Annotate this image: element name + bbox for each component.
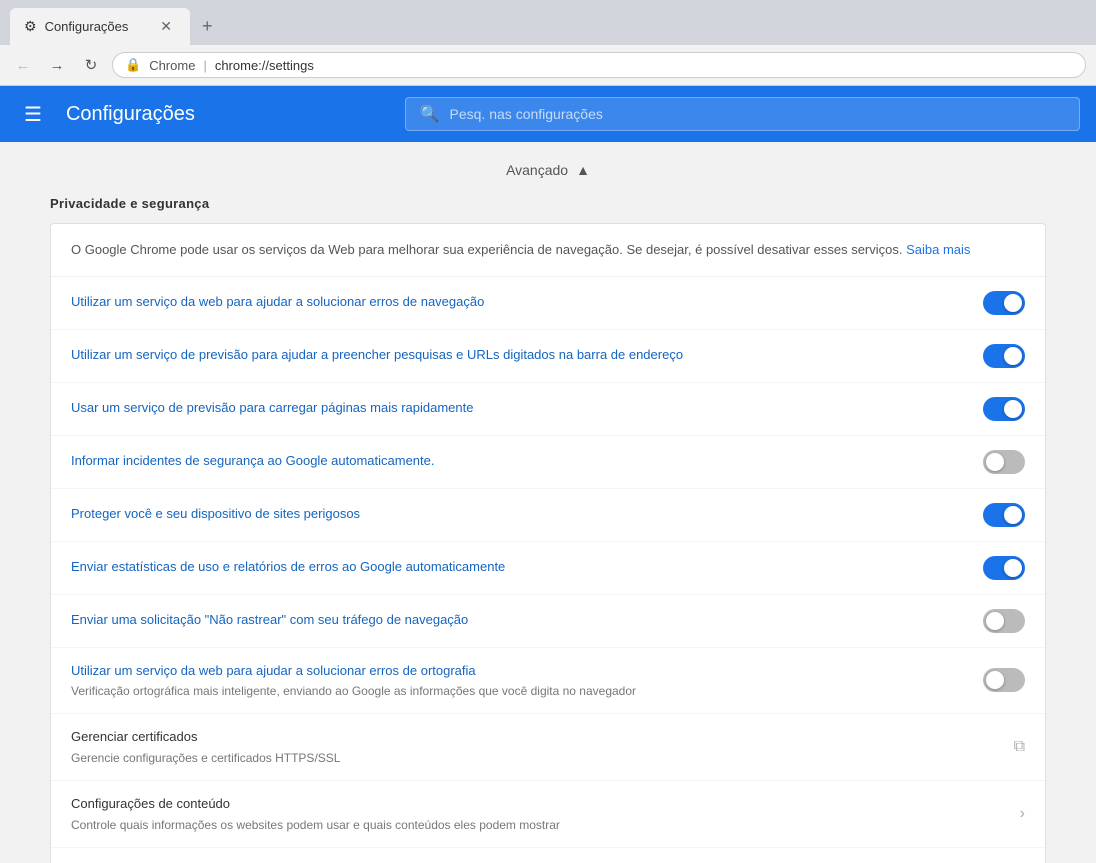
hamburger-menu-button[interactable]: ☰	[16, 94, 50, 135]
url-separator: |	[203, 58, 206, 73]
search-bar[interactable]: 🔍	[405, 97, 1080, 131]
tab-close-button[interactable]: ✕	[156, 16, 176, 37]
setting-label[interactable]: Utilizar um serviço da web para ajudar a…	[71, 293, 983, 311]
setting-label[interactable]: Informar incidentes de segurança ao Goog…	[71, 452, 983, 470]
setting-content: Utilizar um serviço da web para ajudar a…	[71, 662, 983, 700]
setting-label[interactable]: Utilizar um serviço de previsão para aju…	[71, 346, 983, 364]
advanced-toggle[interactable]: Avançado ▲	[0, 142, 1096, 188]
setting-row: Informar incidentes de segurança ao Goog…	[51, 436, 1045, 489]
setting-row: Utilizar um serviço da web para ajudar a…	[51, 277, 1045, 330]
setting-label: Configurações de conteúdo	[71, 795, 1020, 813]
setting-row: Configurações de conteúdo Controle quais …	[51, 781, 1045, 848]
toggle-switch[interactable]	[983, 397, 1025, 421]
info-text: O Google Chrome pode usar os serviços da…	[71, 242, 906, 257]
toggle-switch[interactable]	[983, 291, 1025, 315]
toggle-switch[interactable]	[983, 668, 1025, 692]
setting-content: Usar um serviço de previsão para carrega…	[71, 399, 983, 417]
setting-content: Proteger você e seu dispositivo de sites…	[71, 505, 983, 523]
settings-title: Configurações	[66, 103, 389, 126]
address-bar: ← → ↻ 🔒 Chrome | chrome://settings	[0, 45, 1096, 86]
info-box: O Google Chrome pode usar os serviços da…	[51, 224, 1045, 277]
setting-content: Informar incidentes de segurança ao Goog…	[71, 452, 983, 470]
setting-content: Enviar estatísticas de uso e relatórios …	[71, 558, 983, 576]
setting-row: Enviar uma solicitação "Não rastrear" co…	[51, 595, 1045, 648]
chevron-right-icon[interactable]: ›	[1020, 805, 1025, 823]
url-input[interactable]: 🔒 Chrome | chrome://settings	[112, 52, 1086, 78]
setting-row: Utilizar um serviço da web para ajudar a…	[51, 648, 1045, 715]
advanced-label: Avançado	[506, 162, 568, 178]
setting-row: Utilizar um serviço de previsão para aju…	[51, 330, 1045, 383]
setting-sublabel: Gerencie configurações e certificados HT…	[71, 750, 1014, 767]
url-path-label: chrome://settings	[215, 58, 314, 73]
lock-icon: 🔒	[125, 57, 141, 73]
url-chrome-label: Chrome	[149, 58, 195, 73]
setting-row: Gerenciar certificados Gerencie configura…	[51, 714, 1045, 781]
settings-header: ☰ Configurações 🔍	[0, 86, 1096, 142]
setting-sublabel: Verificação ortográfica mais inteligente…	[71, 683, 983, 700]
tab-settings-icon: ⚙	[24, 18, 37, 35]
setting-row: Usar um serviço de previsão para carrega…	[51, 383, 1045, 436]
setting-label[interactable]: Usar um serviço de previsão para carrega…	[71, 399, 983, 417]
toggle-switch[interactable]	[983, 556, 1025, 580]
setting-row: Limpar dados de navegaçãoLimpa o históri…	[51, 848, 1045, 863]
setting-label[interactable]: Proteger você e seu dispositivo de sites…	[71, 505, 983, 523]
reload-button[interactable]: ↻	[78, 52, 104, 78]
toggle-switch[interactable]	[983, 609, 1025, 633]
advanced-arrow-icon: ▲	[576, 162, 590, 178]
external-link-icon[interactable]: ⧉	[1014, 738, 1025, 756]
search-icon: 🔍	[420, 104, 440, 124]
setting-content: Utilizar um serviço de previsão para aju…	[71, 346, 983, 364]
setting-label[interactable]: Enviar estatísticas de uso e relatórios …	[71, 558, 983, 576]
setting-content: Configurações de conteúdo Controle quais …	[71, 795, 1020, 833]
toggle-switch[interactable]	[983, 503, 1025, 527]
new-tab-button[interactable]: +	[190, 8, 225, 45]
forward-button[interactable]: →	[44, 52, 70, 78]
toggle-switch[interactable]	[983, 344, 1025, 368]
section-title: Privacidade e segurança	[0, 188, 1096, 223]
learn-more-link[interactable]: Saiba mais	[906, 242, 970, 257]
settings-card: O Google Chrome pode usar os serviços da…	[50, 223, 1046, 863]
setting-content: Enviar uma solicitação "Não rastrear" co…	[71, 611, 983, 629]
setting-content: Utilizar um serviço da web para ajudar a…	[71, 293, 983, 311]
toggle-switch[interactable]	[983, 450, 1025, 474]
active-tab[interactable]: ⚙ Configurações ✕	[10, 8, 190, 45]
page-content: ☰ Configurações 🔍 Avançado ▲ Privacidade…	[0, 86, 1096, 863]
setting-label[interactable]: Enviar uma solicitação "Não rastrear" co…	[71, 611, 983, 629]
setting-row: Enviar estatísticas de uso e relatórios …	[51, 542, 1045, 595]
setting-label: Gerenciar certificados	[71, 728, 1014, 746]
tab-title: Configurações	[45, 19, 129, 34]
setting-sublabel: Controle quais informações os websites p…	[71, 817, 1020, 834]
search-input[interactable]	[450, 106, 1065, 122]
setting-content: Gerenciar certificados Gerencie configura…	[71, 728, 1014, 766]
setting-label[interactable]: Utilizar um serviço da web para ajudar a…	[71, 662, 983, 680]
back-button[interactable]: ←	[10, 52, 36, 78]
setting-row: Proteger você e seu dispositivo de sites…	[51, 489, 1045, 542]
